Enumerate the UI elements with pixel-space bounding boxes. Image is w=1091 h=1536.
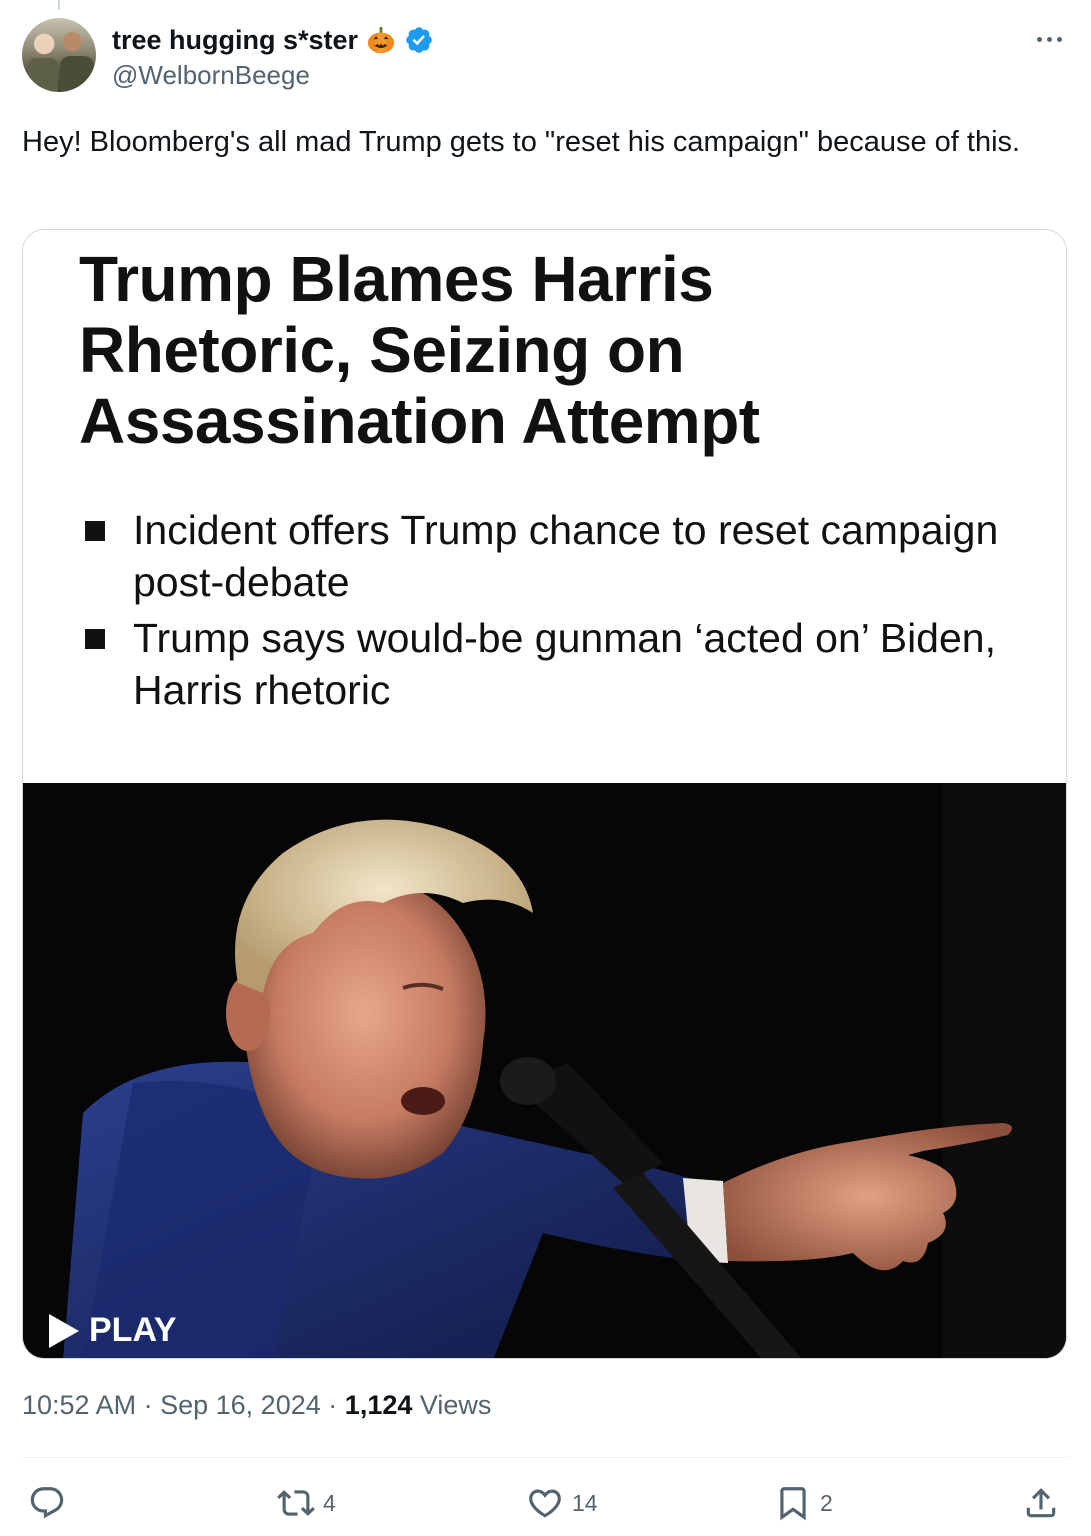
bullet-text: Trump says would-be gunman ‘acted on’ Bi… [133, 615, 996, 713]
tweet-date[interactable]: Sep 16, 2024 [160, 1390, 321, 1420]
bookmark-icon [780, 1487, 806, 1521]
repost-count: 4 [323, 1489, 336, 1516]
views-label: Views [419, 1390, 492, 1420]
repost-button[interactable]: 4 [277, 1478, 336, 1528]
meta-separator: · [143, 1390, 153, 1420]
like-count: 14 [572, 1489, 598, 1516]
display-name[interactable]: tree hugging s*ster [112, 25, 358, 56]
pumpkin-emoji-icon [367, 26, 395, 54]
heart-icon [529, 1489, 561, 1518]
bullet-text: Incident offers Trump chance to reset ca… [133, 507, 999, 605]
tweet-meta: 10:52 AM · Sep 16, 2024 · 1,124 Views [22, 1390, 491, 1421]
share-button[interactable] [1022, 1478, 1060, 1528]
meta-separator: · [328, 1390, 338, 1420]
reply-button[interactable] [28, 1478, 66, 1528]
bookmark-button[interactable]: 2 [774, 1478, 833, 1528]
action-bar: 4 14 2 [22, 1478, 1069, 1528]
bookmark-count: 2 [820, 1489, 833, 1516]
reply-icon [30, 1487, 64, 1519]
card-bullet: Incident offers Trump chance to reset ca… [79, 504, 1039, 608]
share-icon [1026, 1488, 1056, 1518]
play-label: PLAY [89, 1311, 177, 1349]
user-handle[interactable]: @WelbornBeege [112, 60, 310, 91]
thread-connector-line [58, 0, 60, 10]
play-icon [49, 1313, 79, 1348]
card-text-area: Trump Blames Harris Rhetoric, Seizing on… [23, 230, 1066, 783]
bullet-square-icon [85, 629, 105, 649]
play-button[interactable]: PLAY [49, 1311, 177, 1350]
media-card[interactable]: Trump Blames Harris Rhetoric, Seizing on… [22, 229, 1067, 1359]
avatar[interactable] [22, 18, 96, 92]
card-bullets: Incident offers Trump chance to reset ca… [79, 504, 1039, 720]
tweet-time[interactable]: 10:52 AM [22, 1390, 136, 1420]
tweet-text: Hey! Bloomberg's all mad Trump gets to "… [22, 126, 1021, 158]
name-row: tree hugging s*ster [112, 22, 434, 58]
repost-icon [277, 1490, 315, 1516]
divider [22, 1457, 1069, 1458]
card-bullet: Trump says would-be gunman ‘acted on’ Bi… [79, 612, 1039, 716]
tweet-header: tree hugging s*ster @WelbornBeege [22, 18, 1069, 98]
bullet-square-icon [85, 521, 105, 541]
like-button[interactable]: 14 [526, 1478, 598, 1528]
views-count: 1,124 [344, 1390, 413, 1420]
verified-icon[interactable] [404, 25, 434, 55]
more-icon[interactable] [1029, 24, 1069, 54]
speaker-photo [23, 783, 1066, 1358]
card-headline: Trump Blames Harris Rhetoric, Seizing on… [79, 243, 760, 457]
video-thumbnail[interactable]: PLAY [23, 783, 1066, 1358]
